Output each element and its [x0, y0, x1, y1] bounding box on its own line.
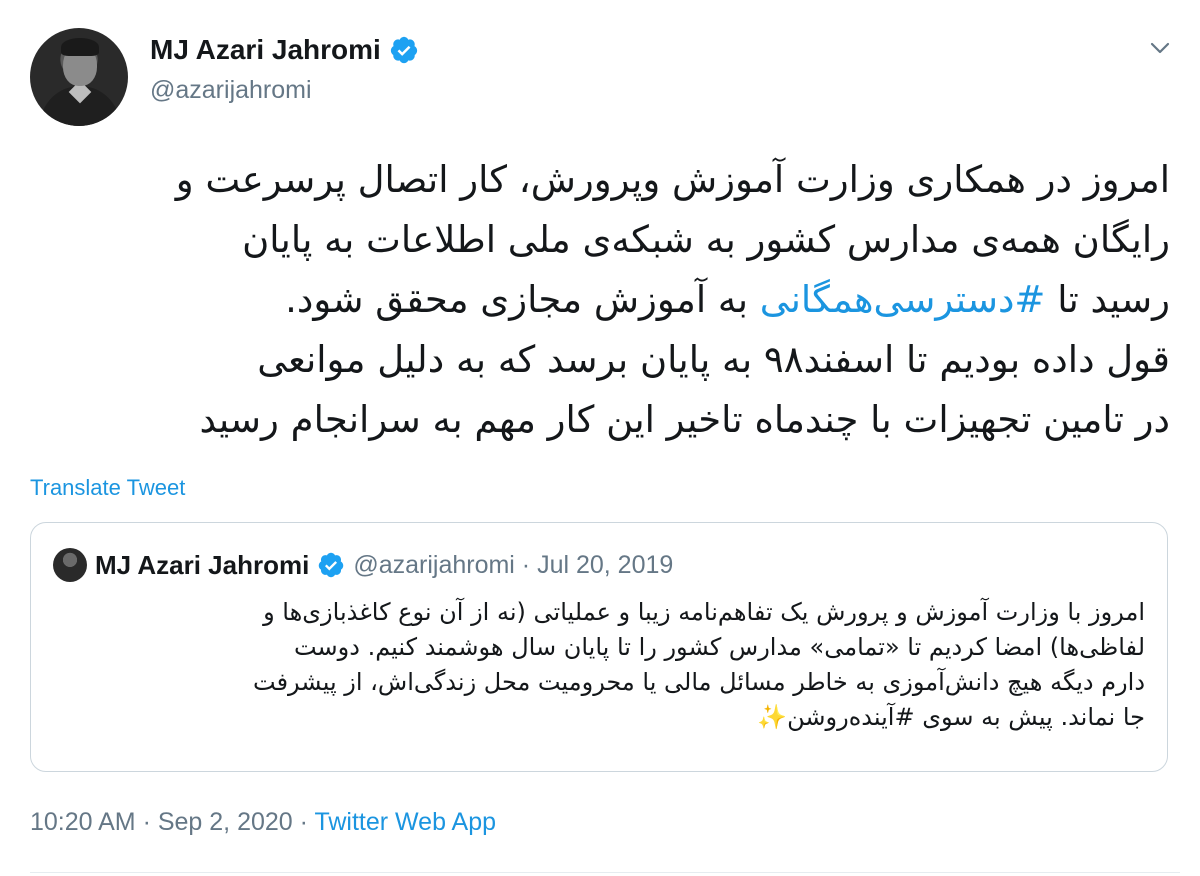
author-handle[interactable]: @azarijahromi — [150, 76, 312, 105]
verified-badge-icon — [389, 35, 419, 65]
hashtag-link[interactable]: #دسترسی‌همگانی — [760, 278, 1046, 321]
tweet-line: امروز در همکاری وزارت آموزش وپرورش، کار … — [175, 158, 1170, 201]
quoted-tweet-last-line: جا نماند. پیش به سوی #آینده‌روشن✨ — [53, 700, 1145, 735]
quoted-tweet-card[interactable]: MJ Azari Jahromi @azarijahromi · Jul 20,… — [30, 522, 1168, 772]
quoted-tweet-text: امروز با وزارت آموزش و پرورش یک تفاهم‌نا… — [53, 595, 1145, 735]
tweet-source-link[interactable]: Twitter Web App — [314, 808, 496, 836]
sparkles-icon: ✨ — [757, 703, 788, 731]
author-display-name[interactable]: MJ Azari Jahromi — [150, 34, 381, 66]
verified-badge-icon — [317, 551, 345, 579]
quoted-tweet-line: امروز با وزارت آموزش و پرورش یک تفاهم‌نا… — [263, 598, 1145, 626]
tweet-line-with-hashtag: رسید تا #دسترسی‌همگانی به آموزش مجازی مح… — [30, 270, 1170, 330]
quoted-tweet-line: دارم دیگه هیچ دانش‌آموزی به خاطر مسائل م… — [253, 668, 1145, 696]
tweet-text-fragment: به آموزش مجازی محقق شود. — [285, 278, 760, 321]
quoted-tweet-handle-date[interactable]: @azarijahromi · Jul 20, 2019 — [353, 551, 673, 580]
tweet-text: امروز در همکاری وزارت آموزش وپرورش، کار … — [30, 150, 1170, 450]
tweet-metadata: 10:20 AM · Sep 2, 2020 · Twitter Web App — [30, 808, 496, 837]
tweet-text-fragment: رسید تا — [1045, 278, 1170, 321]
quoted-tweet-display-name[interactable]: MJ Azari Jahromi — [95, 550, 309, 581]
avatar[interactable] — [30, 28, 128, 126]
tweet-line: در تامین تجهیزات با چندماه تاخیر این کار… — [199, 398, 1170, 441]
chevron-down-icon[interactable] — [1148, 36, 1172, 60]
avatar-hair — [61, 38, 99, 56]
quoted-tweet-line: لفاظی‌ها) امضا کردیم تا «تمامی» مدارس کش… — [293, 633, 1145, 661]
translate-tweet-link[interactable]: Translate Tweet — [30, 475, 185, 501]
quoted-tweet-avatar[interactable] — [53, 548, 87, 582]
quoted-tweet-header: MJ Azari Jahromi @azarijahromi · Jul 20,… — [53, 548, 673, 582]
tweet-line: رایگان همه‌ی مدارس کشور به شبکه‌ی ملی اط… — [242, 218, 1170, 261]
tweet-timestamp[interactable]: 10:20 AM · Sep 2, 2020 · — [30, 808, 314, 836]
author-row: MJ Azari Jahromi — [150, 34, 419, 66]
tweet-line: قول داده بودیم تا اسفند۹۸ به پایان برسد … — [257, 338, 1170, 381]
bottom-divider — [30, 872, 1180, 873]
tweet-header: MJ Azari Jahromi @azarijahromi — [30, 28, 1180, 128]
quoted-tweet-line-text: جا نماند. پیش به سوی #آینده‌روشن — [787, 703, 1145, 731]
